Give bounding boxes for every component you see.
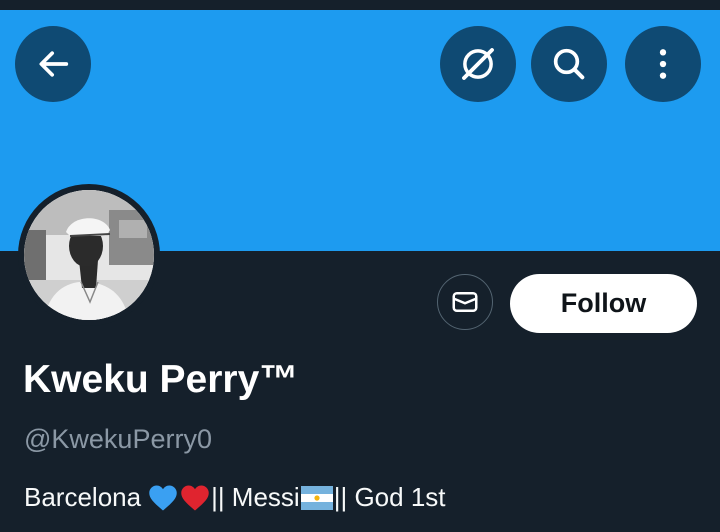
red-heart-icon	[181, 485, 209, 510]
avatar[interactable]	[24, 190, 154, 320]
search-icon	[553, 48, 585, 80]
back-button[interactable]	[15, 26, 91, 102]
profile-bio: Barcelona || Messi || God 1st	[24, 482, 446, 513]
argentina-flag-icon	[300, 485, 333, 510]
avatar-ring	[18, 184, 160, 326]
bio-text-part1: Barcelona	[24, 482, 142, 512]
display-name: Kweku Perry™	[23, 358, 299, 401]
more-options-button[interactable]	[625, 26, 701, 102]
blue-heart-icon	[149, 485, 177, 510]
bio-text-part2: || Messi	[211, 482, 300, 512]
message-button[interactable]	[437, 274, 493, 330]
search-button[interactable]	[531, 26, 607, 102]
grok-icon	[462, 48, 494, 80]
bio-text-part3: || God 1st	[333, 482, 446, 512]
status-bar	[0, 0, 720, 10]
user-handle: @KwekuPerry0	[24, 424, 212, 454]
more-vertical-icon	[659, 49, 667, 79]
follow-button[interactable]: Follow	[510, 274, 697, 333]
arrow-left-icon	[39, 51, 69, 77]
grok-button[interactable]	[440, 26, 516, 102]
profile-photo	[24, 190, 154, 320]
mail-icon	[452, 292, 478, 312]
profile-page: Follow Kweku Perry™ @KwekuPerry0 Barcelo…	[0, 0, 720, 532]
